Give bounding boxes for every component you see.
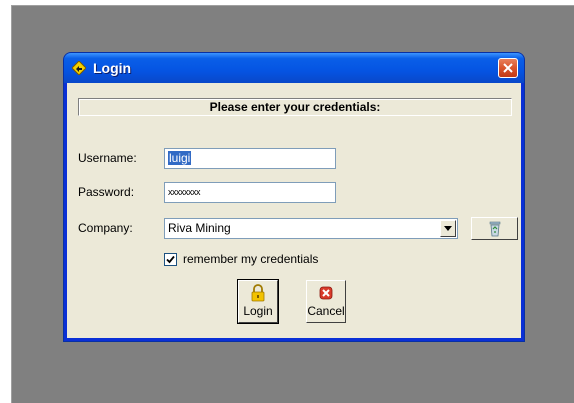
company-value: Riva Mining bbox=[168, 221, 231, 235]
login-button[interactable]: Login bbox=[237, 279, 279, 324]
remember-row[interactable]: remember my credentials bbox=[164, 251, 318, 267]
password-value: xxxxxxxx bbox=[168, 187, 201, 197]
close-button[interactable] bbox=[498, 58, 518, 78]
window-title: Login bbox=[93, 60, 132, 76]
login-label: Login bbox=[243, 304, 273, 318]
cancel-button[interactable]: Cancel bbox=[306, 280, 346, 323]
company-select[interactable]: Riva Mining bbox=[164, 218, 458, 239]
company-label: Company: bbox=[78, 221, 133, 235]
close-icon bbox=[503, 63, 513, 73]
password-label: Password: bbox=[78, 185, 135, 199]
password-field[interactable]: xxxxxxxx bbox=[164, 182, 336, 203]
delete-company-button[interactable] bbox=[471, 217, 518, 240]
recycle-bin-icon bbox=[489, 221, 500, 236]
username-value: luigi bbox=[168, 151, 192, 165]
cancel-label: Cancel bbox=[307, 304, 345, 318]
title-bar[interactable]: Login bbox=[64, 53, 524, 83]
dialog-client-area: Please enter your credentials: Username:… bbox=[67, 83, 521, 338]
remember-checkbox[interactable] bbox=[164, 252, 177, 266]
company-dropdown-button[interactable] bbox=[440, 220, 456, 237]
chevron-down-icon bbox=[444, 226, 452, 231]
diamond-arrow-icon bbox=[72, 61, 86, 75]
red-x-icon bbox=[319, 286, 333, 300]
padlock-icon bbox=[251, 284, 265, 302]
login-dialog: Login Please enter your credentials: Use… bbox=[64, 53, 524, 341]
checkmark-icon bbox=[166, 255, 175, 263]
remember-label: remember my credentials bbox=[183, 252, 319, 266]
username-label: Username: bbox=[78, 151, 137, 165]
username-field[interactable]: luigi bbox=[164, 148, 336, 169]
credentials-banner: Please enter your credentials: bbox=[78, 98, 512, 116]
